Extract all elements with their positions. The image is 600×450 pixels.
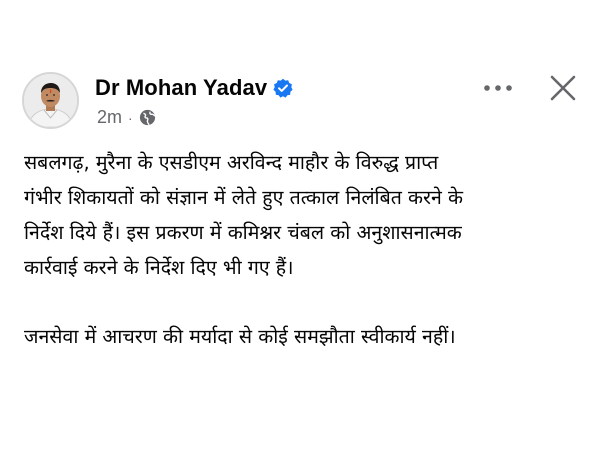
post-header: Dr Mohan Yadav 2m ·	[22, 70, 582, 132]
post-paragraph: जनसेवा में आचरण की मर्यादा से कोई समझौता…	[24, 325, 456, 348]
facebook-post: Dr Mohan Yadav 2m · सबलगढ़, मुरैना के एस…	[0, 0, 600, 450]
author-row: Dr Mohan Yadav	[95, 75, 293, 101]
more-options-button[interactable]	[480, 74, 516, 102]
post-body: सबलगढ़, मुरैना के एसडीएम अरविन्द माहौर क…	[24, 145, 584, 354]
avatar[interactable]	[22, 72, 79, 129]
avatar-portrait	[24, 74, 77, 127]
post-paragraph: सबलगढ़, मुरैना के एसडीएम अरविन्द माहौर क…	[24, 151, 463, 279]
close-button[interactable]	[545, 70, 581, 106]
verified-badge-icon	[273, 78, 293, 98]
post-timestamp[interactable]: 2m	[97, 107, 122, 128]
author-name[interactable]: Dr Mohan Yadav	[95, 75, 267, 101]
meta-separator: ·	[128, 109, 133, 126]
more-options-icon	[484, 85, 512, 91]
post-meta: 2m ·	[97, 107, 156, 128]
close-icon	[550, 75, 576, 101]
globe-icon[interactable]	[139, 109, 156, 126]
